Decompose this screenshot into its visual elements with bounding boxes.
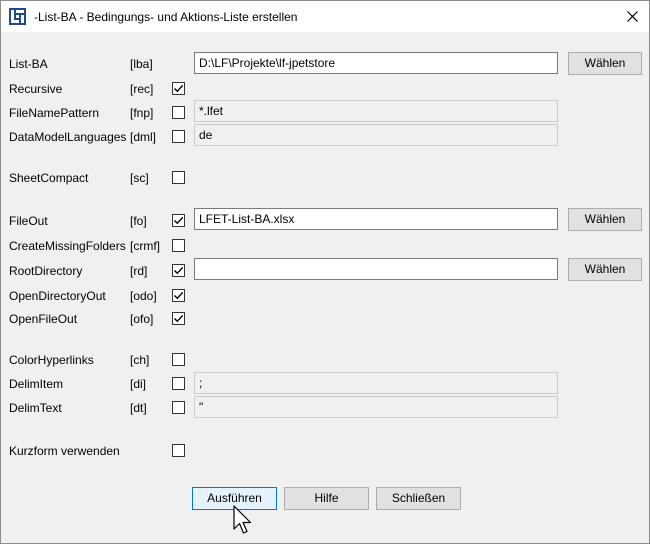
close-button[interactable] [617, 1, 649, 32]
color-hyperlinks-checkbox[interactable] [172, 353, 185, 366]
title-bar: -List-BA - Bedingungs- und Aktions-Liste… [1, 1, 649, 32]
checkmark-icon [174, 84, 184, 93]
label-data-model-languages: DataModelLanguages [9, 130, 127, 144]
mouse-cursor-icon [233, 505, 252, 534]
arg-dt: [dt] [130, 401, 147, 415]
label-color-hyperlinks: ColorHyperlinks [9, 353, 94, 367]
arg-lba: [lba] [130, 57, 153, 71]
checkmark-icon [174, 314, 184, 323]
help-button[interactable]: Hilfe [284, 487, 369, 510]
file-name-pattern-checkbox[interactable] [172, 106, 185, 119]
sheet-compact-checkbox[interactable] [172, 171, 185, 184]
label-recursive: Recursive [9, 82, 63, 96]
checkmark-icon [174, 291, 184, 300]
label-create-missing-folders: CreateMissingFolders [9, 239, 126, 253]
arg-ofo: [ofo] [130, 312, 154, 326]
arg-rec: [rec] [130, 82, 154, 96]
recursive-checkbox[interactable] [172, 82, 185, 95]
arg-di: [di] [130, 377, 147, 391]
data-model-languages-input[interactable]: de [194, 124, 558, 146]
checkmark-icon [174, 266, 184, 275]
arg-odo: [odo] [130, 289, 157, 303]
arg-fo: [fo] [130, 214, 147, 228]
arg-sc: [sc] [130, 171, 149, 185]
label-open-file-out: OpenFileOut [9, 312, 78, 326]
arg-dml: [dml] [130, 130, 157, 144]
label-kurzform: Kurzform verwenden [9, 444, 120, 458]
delim-text-checkbox[interactable] [172, 401, 185, 414]
file-out-checkbox[interactable] [172, 214, 185, 227]
choose-file-out-button[interactable]: Wählen [568, 208, 642, 231]
close-icon [627, 11, 638, 22]
label-file-out: FileOut [9, 214, 48, 228]
delim-text-input[interactable]: " [194, 396, 558, 418]
label-file-name-pattern: FileNamePattern [9, 106, 100, 120]
delim-item-checkbox[interactable] [172, 377, 185, 390]
label-sheet-compact: SheetCompact [9, 171, 89, 185]
label-delim-item: DelimItem [9, 377, 64, 391]
label-open-directory-out: OpenDirectoryOut [9, 289, 106, 303]
create-missing-folders-checkbox[interactable] [172, 239, 185, 252]
root-directory-checkbox[interactable] [172, 264, 185, 277]
arg-crmf: [crmf] [130, 239, 160, 253]
open-directory-out-checkbox[interactable] [172, 289, 185, 302]
label-delim-text: DelimText [9, 401, 62, 415]
window-title: -List-BA - Bedingungs- und Aktions-Liste… [34, 10, 298, 24]
close-dialog-button[interactable]: Schließen [376, 487, 461, 510]
lfet-app-icon [9, 8, 26, 25]
delim-item-input[interactable]: ; [194, 372, 558, 394]
file-name-pattern-input[interactable]: *.lfet [194, 100, 558, 122]
label-list-ba: List-BA [9, 57, 48, 71]
choose-root-directory-button[interactable]: Wählen [568, 258, 642, 281]
dialog-window: -List-BA - Bedingungs- und Aktions-Liste… [0, 0, 650, 544]
file-out-input[interactable]: LFET-List-BA.xlsx [194, 208, 558, 230]
arg-ch: [ch] [130, 353, 150, 367]
arg-fnp: [fnp] [130, 106, 154, 120]
checkmark-icon [174, 216, 184, 225]
list-ba-path-input[interactable]: D:\LF\Projekte\lf-jpetstore [194, 52, 558, 74]
root-directory-input[interactable] [194, 258, 558, 280]
choose-list-ba-button[interactable]: Wählen [568, 52, 642, 75]
open-file-out-checkbox[interactable] [172, 312, 185, 325]
data-model-languages-checkbox[interactable] [172, 130, 185, 143]
arg-rd: [rd] [130, 264, 148, 278]
label-root-directory: RootDirectory [9, 264, 83, 278]
kurzform-checkbox[interactable] [172, 444, 185, 457]
